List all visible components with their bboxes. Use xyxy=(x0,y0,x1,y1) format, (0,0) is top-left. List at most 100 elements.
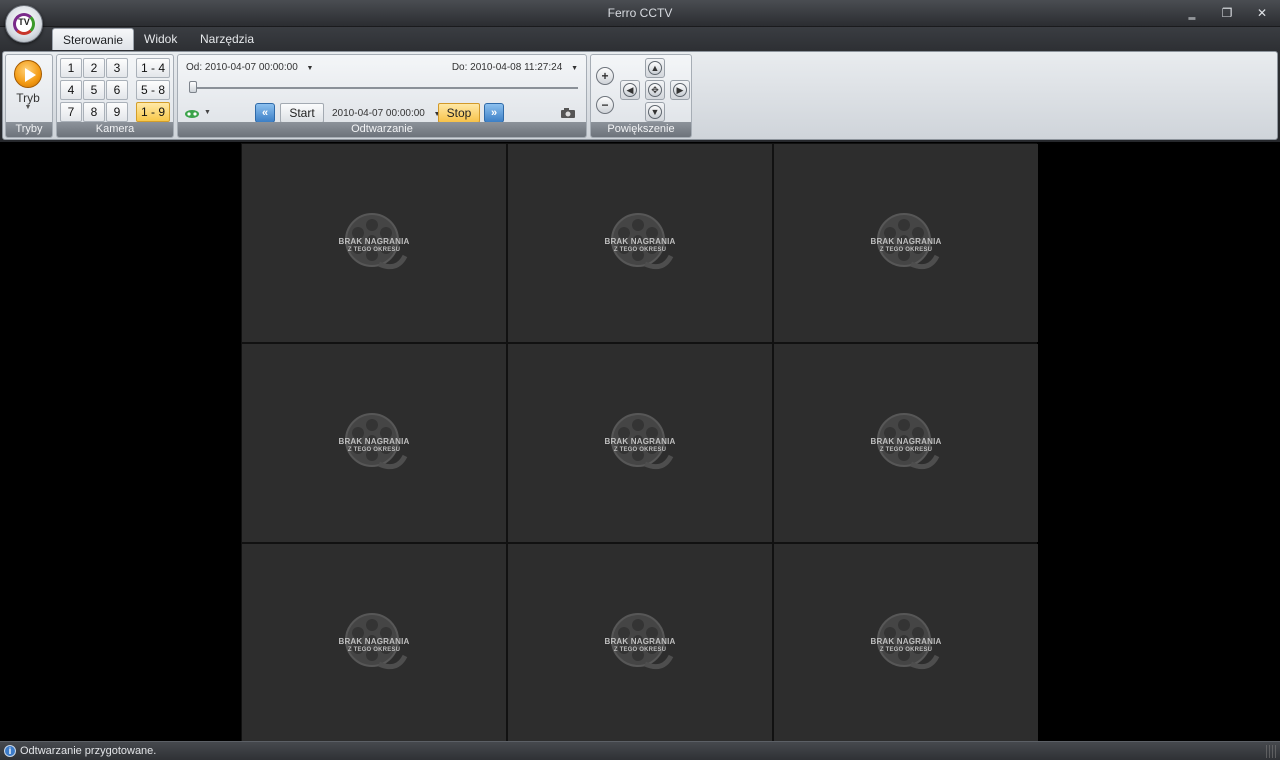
minimize-button[interactable]: ‗ xyxy=(1181,5,1203,21)
close-button[interactable]: ✕ xyxy=(1251,5,1273,21)
current-time-dropdown[interactable]: 2010-04-07 00:00:00 ▼ xyxy=(332,108,441,119)
maximize-button[interactable]: ❐ xyxy=(1216,5,1238,21)
no-recording-text: BRAK NAGRANIA Z TEGO OKRESU xyxy=(774,437,1038,455)
no-recording-line1: BRAK NAGRANIA xyxy=(338,437,410,446)
app-menu-orb[interactable]: TV xyxy=(5,5,43,43)
camera-view-5[interactable]: BRAK NAGRANIA Z TEGO OKRESU xyxy=(508,344,772,542)
move-icon: ✥ xyxy=(648,83,662,97)
camera-view-4[interactable]: BRAK NAGRANIA Z TEGO OKRESU xyxy=(242,344,506,542)
chevron-down-icon: ▼ xyxy=(571,65,578,72)
chevron-down-icon: ▼ xyxy=(306,65,314,72)
group-kamera: 1 2 3 4 5 6 7 8 9 1 - 4 5 - 8 1 - 9 Kame… xyxy=(56,54,174,138)
camera-button-4[interactable]: 4 xyxy=(60,80,82,100)
arrow-down-icon: ▼ xyxy=(648,105,662,119)
no-recording-line1: BRAK NAGRANIA xyxy=(338,237,410,246)
camera-view-7[interactable]: BRAK NAGRANIA Z TEGO OKRESU xyxy=(242,544,506,742)
camera-view-2[interactable]: BRAK NAGRANIA Z TEGO OKRESU xyxy=(508,144,772,342)
camera-grid: BRAK NAGRANIA Z TEGO OKRESU BRAK NAGRANIA Z… xyxy=(241,143,1038,742)
no-recording-text: BRAK NAGRANIA Z TEGO OKRESU xyxy=(242,437,506,455)
no-recording-line2: Z TEGO OKRESU xyxy=(613,647,667,653)
window-title: Ferro CCTV xyxy=(607,6,673,20)
date-to-dropdown[interactable]: Do: 2010-04-08 11:27:24 ▼ xyxy=(452,62,578,73)
speed-icon xyxy=(185,110,199,118)
pan-left-button[interactable]: ◀ xyxy=(620,80,640,100)
timeline-slider-track[interactable] xyxy=(190,87,578,89)
group-label-powiekszenie: Powiększenie xyxy=(591,122,691,137)
no-recording-line2: Z TEGO OKRESU xyxy=(613,247,667,253)
tryb-button-label: Tryb xyxy=(16,91,40,105)
camera-button-5[interactable]: 5 xyxy=(83,80,105,100)
zoom-in-icon[interactable]: + xyxy=(596,67,614,85)
previous-button[interactable]: « xyxy=(255,103,275,123)
date-from-dropdown[interactable]: Od: 2010-04-07 00:00:00 ▼ xyxy=(186,62,313,73)
camera-button-6[interactable]: 6 xyxy=(106,80,128,100)
camera-view-6[interactable]: BRAK NAGRANIA Z TEGO OKRESU xyxy=(774,344,1038,542)
tab-sterowanie[interactable]: Sterowanie xyxy=(52,28,135,50)
no-recording-line1: BRAK NAGRANIA xyxy=(604,437,676,446)
no-recording-text: BRAK NAGRANIA Z TEGO OKRESU xyxy=(508,637,772,655)
no-recording-line2: Z TEGO OKRESU xyxy=(347,247,401,253)
no-recording-text: BRAK NAGRANIA Z TEGO OKRESU xyxy=(242,637,506,655)
no-recording-text: BRAK NAGRANIA Z TEGO OKRESU xyxy=(774,237,1038,255)
next-button[interactable]: » xyxy=(484,103,504,123)
camera-range-5-8[interactable]: 5 - 8 xyxy=(136,80,170,100)
ribbon-panel: Tryb ▼ Tryby 1 2 3 4 5 6 7 8 9 1 - 4 5 -… xyxy=(2,51,1278,140)
camera-button-1[interactable]: 1 xyxy=(60,58,82,78)
ribbon-tabs: Sterowanie Widok Narzędzia xyxy=(0,27,1280,50)
timeline-slider-thumb[interactable] xyxy=(189,81,197,93)
pan-up-button[interactable]: ▲ xyxy=(645,58,665,78)
date-to-value: Do: 2010-04-08 11:27:24 xyxy=(451,62,563,73)
current-time-value: 2010-04-07 00:00:00 xyxy=(332,108,425,119)
group-label-tryby: Tryby xyxy=(6,122,52,137)
tab-narzedzia[interactable]: Narzędzia xyxy=(190,28,264,50)
tryb-button[interactable]: Tryb ▼ xyxy=(12,60,44,111)
no-recording-text: BRAK NAGRANIA Z TEGO OKRESU xyxy=(774,637,1038,655)
date-from-value: Od: 2010-04-07 00:00:00 xyxy=(186,62,298,73)
group-label-kamera: Kamera xyxy=(57,122,173,137)
no-recording-line1: BRAK NAGRANIA xyxy=(870,237,942,246)
camera-view-9[interactable]: BRAK NAGRANIA Z TEGO OKRESU xyxy=(774,544,1038,742)
ribbon: Tryb ▼ Tryby 1 2 3 4 5 6 7 8 9 1 - 4 5 -… xyxy=(0,50,1280,142)
no-recording-line1: BRAK NAGRANIA xyxy=(870,437,942,446)
camera-button-2[interactable]: 2 xyxy=(83,58,105,78)
group-powiekszenie: + − ▲ ◀ ✥ ▶ ▼ Powiększenie xyxy=(590,54,692,138)
pan-right-button[interactable]: ▶ xyxy=(670,80,690,100)
no-recording-line1: BRAK NAGRANIA xyxy=(870,637,942,646)
camera-snapshot-icon[interactable] xyxy=(560,107,576,119)
no-recording-line2: Z TEGO OKRESU xyxy=(879,647,933,653)
camera-button-9[interactable]: 9 xyxy=(106,102,128,122)
group-label-odtwarzanie: Odtwarzanie xyxy=(178,122,586,137)
title-bar: Ferro CCTV ‗ ❐ ✕ xyxy=(0,0,1280,27)
arrow-up-icon: ▲ xyxy=(648,61,662,75)
no-recording-text: BRAK NAGRANIA Z TEGO OKRESU xyxy=(242,237,506,255)
camera-range-1-4[interactable]: 1 - 4 xyxy=(136,58,170,78)
no-recording-line2: Z TEGO OKRESU xyxy=(347,647,401,653)
no-recording-line1: BRAK NAGRANIA xyxy=(338,637,410,646)
tab-widok[interactable]: Widok xyxy=(134,28,187,50)
camera-view-8[interactable]: BRAK NAGRANIA Z TEGO OKRESU xyxy=(508,544,772,742)
camera-view-1[interactable]: BRAK NAGRANIA Z TEGO OKRESU xyxy=(242,144,506,342)
start-button[interactable]: Start xyxy=(280,103,324,123)
stop-button[interactable]: Stop xyxy=(438,103,480,123)
pan-center-button[interactable]: ✥ xyxy=(645,80,665,100)
camera-button-7[interactable]: 7 xyxy=(60,102,82,122)
pan-down-button[interactable]: ▼ xyxy=(645,102,665,122)
resize-grip-icon[interactable] xyxy=(1266,745,1278,758)
camera-button-3[interactable]: 3 xyxy=(106,58,128,78)
play-icon xyxy=(14,60,42,88)
arrow-right-icon: ▶ xyxy=(673,83,687,97)
zoom-out-icon[interactable]: − xyxy=(596,96,614,114)
arrow-left-icon: ◀ xyxy=(623,83,637,97)
camera-view-3[interactable]: BRAK NAGRANIA Z TEGO OKRESU xyxy=(774,144,1038,342)
camera-range-1-9[interactable]: 1 - 9 xyxy=(136,102,170,122)
no-recording-line2: Z TEGO OKRESU xyxy=(879,247,933,253)
no-recording-line2: Z TEGO OKRESU xyxy=(347,447,401,453)
no-recording-line1: BRAK NAGRANIA xyxy=(604,237,676,246)
status-bar: i Odtwarzanie przygotowane. xyxy=(0,741,1280,760)
group-odtwarzanie: Od: 2010-04-07 00:00:00 ▼ Do: 2010-04-08… xyxy=(177,54,587,138)
no-recording-line1: BRAK NAGRANIA xyxy=(604,637,676,646)
no-recording-line2: Z TEGO OKRESU xyxy=(879,447,933,453)
speed-dropdown[interactable]: ▼ xyxy=(184,109,211,121)
no-recording-text: BRAK NAGRANIA Z TEGO OKRESU xyxy=(508,437,772,455)
camera-button-8[interactable]: 8 xyxy=(83,102,105,122)
